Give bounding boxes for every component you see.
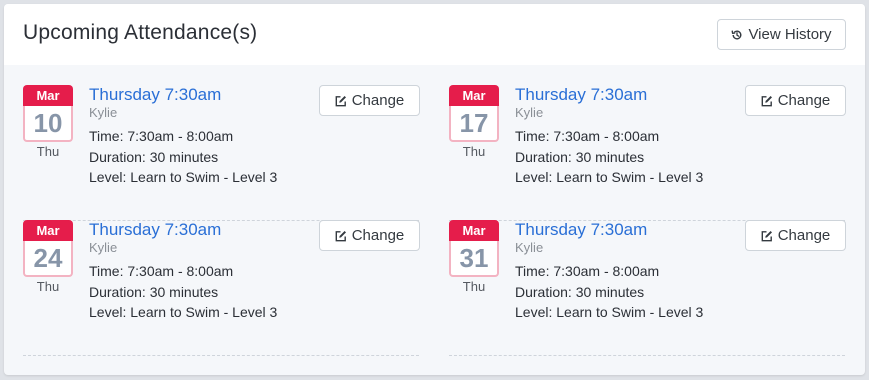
history-icon <box>731 29 742 39</box>
entry-level: Level: Learn to Swim - Level 3 <box>515 169 704 185</box>
calendar-month: Mar <box>449 220 499 241</box>
entry-divider <box>449 355 845 356</box>
entry-duration: Duration: 30 minutes <box>89 148 219 165</box>
edit-icon <box>335 95 346 106</box>
entry-divider <box>23 355 419 356</box>
entry-level: Level: Learn to Swim - Level 3 <box>89 169 278 185</box>
entry-time: Time: 7:30am - 8:00am <box>515 128 660 144</box>
entry-info: Thursday 7:30am Kylie Time: 7:30am - 8:0… <box>89 220 277 323</box>
change-button[interactable]: Change <box>319 220 420 251</box>
entry-info: Thursday 7:30am Kylie Time: 7:30am - 8:0… <box>515 220 703 323</box>
entry-student-name: Kylie <box>515 240 544 255</box>
calendar-month: Mar <box>449 85 499 106</box>
entry-student-name: Kylie <box>515 105 544 120</box>
card-header: Upcoming Attendance(s) View History <box>4 4 865 65</box>
calendar-date: Mar 31 Thu <box>449 220 499 294</box>
calendar-day: 31 <box>449 241 499 277</box>
calendar-day: 17 <box>449 106 499 142</box>
change-button[interactable]: Change <box>745 85 846 116</box>
calendar-weekday: Thu <box>36 144 60 159</box>
change-label: Change <box>777 92 831 109</box>
entry-title: Thursday 7:30am <box>515 85 648 104</box>
calendar-month: Mar <box>23 220 73 241</box>
edit-icon <box>335 230 346 241</box>
entry-time: Time: 7:30am - 8:00am <box>89 128 234 144</box>
calendar-weekday: Thu <box>462 279 486 294</box>
attendance-entry: Mar 10 Thu Thursday 7:30am Kylie Time: 7… <box>23 85 420 221</box>
change-label: Change <box>777 227 831 244</box>
entry-time: Time: 7:30am - 8:00am <box>515 263 660 279</box>
calendar-weekday: Thu <box>36 279 60 294</box>
entry-level: Level: Learn to Swim - Level 3 <box>89 304 278 320</box>
upcoming-attendance-card: Upcoming Attendance(s) View History Mar … <box>4 4 865 375</box>
change-label: Change <box>351 227 405 244</box>
entry-duration: Duration: 30 minutes <box>515 283 645 300</box>
entry-duration: Duration: 30 minutes <box>515 148 645 165</box>
entry-student-name: Kylie <box>89 105 118 120</box>
attendance-entry: Mar 24 Thu Thursday 7:30am Kylie Time: 7… <box>23 220 420 356</box>
calendar-date: Mar 24 Thu <box>23 220 73 294</box>
calendar-month: Mar <box>23 85 73 106</box>
entry-level: Level: Learn to Swim - Level 3 <box>515 304 704 320</box>
edit-icon <box>761 230 772 241</box>
calendar-day: 24 <box>23 241 73 277</box>
entry-time: Time: 7:30am - 8:00am <box>89 263 234 279</box>
entry-duration: Duration: 30 minutes <box>89 283 219 300</box>
change-button[interactable]: Change <box>319 85 420 116</box>
attendance-entry: Mar 31 Thu Thursday 7:30am Kylie Time: 7… <box>449 220 846 356</box>
calendar-day: 10 <box>23 106 73 142</box>
entry-student-name: Kylie <box>89 240 118 255</box>
view-history-button[interactable]: View History <box>717 19 846 50</box>
entry-info: Thursday 7:30am Kylie Time: 7:30am - 8:0… <box>89 85 277 188</box>
change-label: Change <box>351 92 405 109</box>
calendar-weekday: Thu <box>462 144 486 159</box>
entry-info: Thursday 7:30am Kylie Time: 7:30am - 8:0… <box>515 85 703 188</box>
calendar-date: Mar 10 Thu <box>23 85 73 159</box>
attendance-entry: Mar 17 Thu Thursday 7:30am Kylie Time: 7… <box>449 85 846 221</box>
edit-icon <box>761 95 772 106</box>
view-history-label: View History <box>748 26 832 43</box>
card-title: Upcoming Attendance(s) <box>23 21 258 44</box>
entry-title: Thursday 7:30am <box>515 220 648 239</box>
calendar-date: Mar 17 Thu <box>449 85 499 159</box>
entry-title: Thursday 7:30am <box>89 85 222 104</box>
entry-title: Thursday 7:30am <box>89 220 222 239</box>
change-button[interactable]: Change <box>745 220 846 251</box>
